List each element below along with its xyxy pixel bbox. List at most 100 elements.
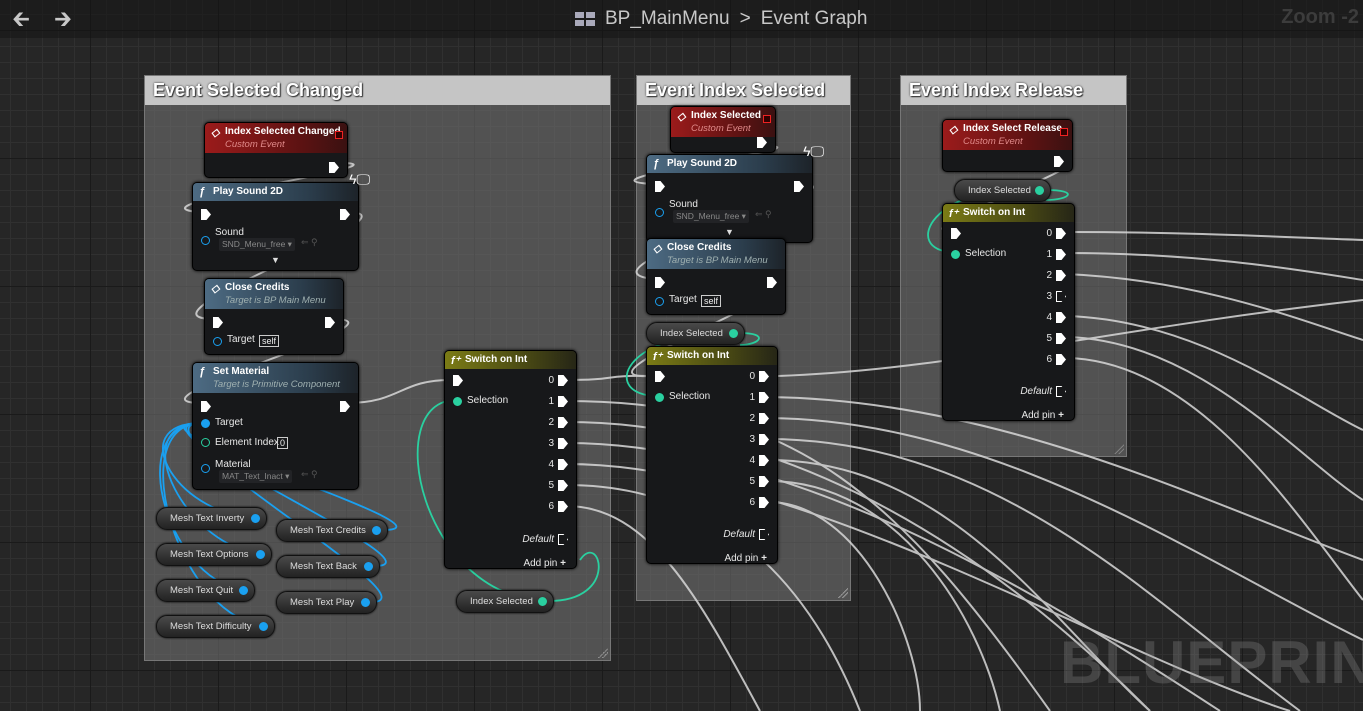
node-header[interactable]: ◇ Index Selected Changed Custom Event [205,123,347,153]
exec-out-pin[interactable] [325,317,335,328]
case-out-pin[interactable] [1056,312,1066,323]
browse-icon[interactable]: ⇐ ⚲ [755,209,772,220]
node-header[interactable]: ƒ Set Material Target is Primitive Compone… [193,363,358,393]
case-out-pin[interactable] [759,476,769,487]
case-out-pin[interactable] [759,392,769,403]
expand-arrow-icon[interactable]: ▼ [725,227,734,237]
default-out-pin[interactable] [558,534,568,545]
exec-in-pin[interactable] [201,209,211,220]
browse-icon[interactable]: ⇐ ⚲ [301,237,318,248]
exec-in-pin[interactable] [655,371,665,382]
variable-getter-mesh-text-quit[interactable]: Mesh Text Quit [156,579,255,602]
custom-event-node[interactable]: ◇ Index Selected Custom Event [670,106,776,153]
function-node[interactable]: ƒ Set Material Target is Primitive Compone… [192,362,359,490]
exec-in-pin[interactable] [213,317,223,328]
case-out-pin[interactable] [558,375,568,386]
element-index-input[interactable]: 0 [277,437,289,449]
variable-out-pin[interactable] [256,550,265,559]
exec-out-pin[interactable] [794,181,804,192]
case-out-pin[interactable] [1056,270,1066,281]
node-header[interactable]: ◇ Index Selected Custom Event [671,107,775,137]
add-pin-button[interactable]: Add pin + [1021,410,1064,421]
case-out-pin[interactable] [558,417,568,428]
case-out-pin[interactable] [759,455,769,466]
add-pin-button[interactable]: Add pin + [523,558,566,569]
variable-getter-mesh-text-options[interactable]: Mesh Text Options [156,543,272,566]
sound-pin[interactable] [201,236,210,245]
exec-in-pin[interactable] [655,277,665,288]
variable-out-pin[interactable] [364,562,373,571]
default-out-pin[interactable] [759,529,769,540]
node-header[interactable]: ◇ Index Select Release Custom Event [943,120,1072,150]
exec-out-pin[interactable] [1054,156,1064,167]
variable-out-pin[interactable] [1035,186,1044,195]
node-header[interactable]: ◇ Close Credits Target is BP Main Menu [647,239,785,269]
case-out-pin[interactable] [558,438,568,449]
function-node[interactable]: ƒ Play Sound 2D Sound SND_Menu_free ▾ ⇐ ⚲ ▼ ϟ🖵 [192,171,370,271]
node-header[interactable]: f⁺ Switch on Int [647,347,777,365]
node-header[interactable]: f⁺ Switch on Int [943,204,1074,222]
expand-arrow-icon[interactable]: ▼ [271,255,280,265]
case-out-pin[interactable] [1056,333,1066,344]
function-node[interactable]: ◇ Close Credits Target is BP Main Menu Targ… [646,238,786,315]
case-out-pin[interactable] [558,396,568,407]
variable-out-pin[interactable] [361,598,370,607]
selection-pin[interactable] [951,250,960,259]
exec-in-pin[interactable] [951,228,961,239]
default-out-pin[interactable] [1056,386,1066,397]
delegate-pin-icon[interactable] [335,131,343,139]
variable-out-pin[interactable] [251,514,260,523]
case-out-pin[interactable] [759,497,769,508]
function-node[interactable]: ◇ Close Credits Target is BP Main Menu Targ… [204,278,344,355]
exec-in-pin[interactable] [655,181,665,192]
sound-asset-select[interactable]: SND_Menu_free ▾ [219,238,295,251]
case-out-pin[interactable] [558,501,568,512]
variable-getter-index-selected-1[interactable]: Index Selected [456,590,554,613]
exec-out-pin[interactable] [767,277,777,288]
target-pin[interactable] [201,419,210,428]
variable-getter-index-selected-2[interactable]: Index Selected [646,322,745,345]
sound-asset-select[interactable]: SND_Menu_free ▾ [673,210,749,223]
exec-in-pin[interactable] [453,375,463,386]
material-asset-select[interactable]: MAT_Text_Inact ▾ [219,470,293,483]
variable-out-pin[interactable] [729,329,738,338]
node-header[interactable]: ƒ Play Sound 2D [647,155,812,173]
material-pin[interactable] [201,464,210,473]
selection-pin[interactable] [655,393,664,402]
case-out-pin[interactable] [759,413,769,424]
switch-on-int-node[interactable]: f⁺ Switch on Int Selection 0 1 2 3 4 5 6 Default Ad… [444,350,577,569]
delegate-pin-icon[interactable] [763,115,771,123]
case-out-pin[interactable] [1056,354,1066,365]
case-out-pin[interactable] [759,371,769,382]
case-out-pin[interactable] [759,434,769,445]
node-header[interactable]: f⁺ Switch on Int [445,351,576,369]
node-header[interactable]: ◇ Close Credits Target is BP Main Menu [205,279,343,309]
exec-in-pin[interactable] [201,401,211,412]
custom-event-node[interactable]: ◇ Index Select Release Custom Event [942,119,1073,172]
browse-icon[interactable]: ⇐ ⚲ [301,469,318,480]
target-pin[interactable] [213,337,222,346]
node-header[interactable]: ƒ Play Sound 2D [193,183,358,201]
variable-out-pin[interactable] [538,597,547,606]
exec-out-pin[interactable] [757,137,767,148]
element-index-pin[interactable] [201,438,210,447]
delegate-pin-icon[interactable] [1060,128,1068,136]
switch-on-int-node[interactable]: f⁺ Switch on Int Selection 0 1 2 3 4 5 6 Default Ad… [646,346,778,564]
variable-out-pin[interactable] [259,622,268,631]
variable-getter-mesh-text-inverty[interactable]: Mesh Text Inverty [156,507,267,530]
case-out-pin[interactable] [558,480,568,491]
case-out-pin[interactable] [1056,249,1066,260]
add-pin-button[interactable]: Add pin + [724,553,767,564]
case-out-pin[interactable] [1056,291,1066,302]
variable-getter-index-selected-3[interactable]: Index Selected [954,179,1051,202]
target-pin[interactable] [655,297,664,306]
variable-getter-mesh-text-play[interactable]: Mesh Text Play [276,591,377,614]
case-out-pin[interactable] [558,459,568,470]
exec-out-pin[interactable] [340,401,350,412]
variable-getter-mesh-text-difficulty[interactable]: Mesh Text Difficulty [156,615,275,638]
function-node[interactable]: ƒ Play Sound 2D Sound SND_Menu_free ▾ ⇐ ⚲ ▼ ϟ🖵 [646,143,824,243]
variable-getter-mesh-text-credits[interactable]: Mesh Text Credits [276,519,388,542]
selection-pin[interactable] [453,397,462,406]
custom-event-node[interactable]: ◇ Index Selected Changed Custom Event [204,122,348,178]
variable-out-pin[interactable] [239,586,248,595]
